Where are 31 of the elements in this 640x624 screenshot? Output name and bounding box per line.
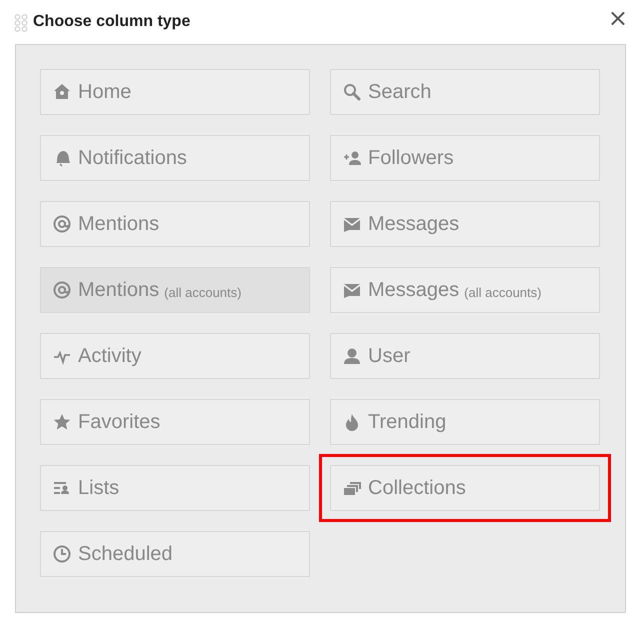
- flame-icon: [343, 413, 361, 431]
- column-type-button[interactable]: Scheduled: [40, 531, 310, 577]
- column-type-button[interactable]: Mentions: [40, 201, 310, 247]
- stacked-cards-icon: [343, 479, 361, 497]
- column-type-button[interactable]: User: [330, 333, 600, 379]
- dialog-title: Choose column type: [33, 13, 190, 31]
- at-sign-icon: [53, 281, 71, 299]
- column-type-button[interactable]: Followers: [330, 135, 600, 181]
- column-type-button[interactable]: Activity: [40, 333, 310, 379]
- column-type-button[interactable]: Messages: [330, 201, 600, 247]
- column-type-button[interactable]: Mentions (all accounts): [40, 267, 310, 313]
- add-user-icon: [343, 149, 361, 167]
- list-icon: [53, 479, 71, 497]
- column-type-button[interactable]: Trending: [330, 399, 600, 445]
- clock-icon: [53, 545, 71, 563]
- drag-handle-icon[interactable]: [14, 14, 28, 32]
- column-type-button[interactable]: Messages (all accounts): [330, 267, 600, 313]
- column-type-button[interactable]: Lists: [40, 465, 310, 511]
- user-icon: [343, 347, 361, 365]
- column-type-button[interactable]: Collections: [330, 465, 600, 511]
- house-icon: [53, 83, 71, 101]
- search-icon: [343, 83, 361, 101]
- column-type-button[interactable]: Home: [40, 69, 310, 115]
- envelope-icon: [343, 281, 361, 299]
- close-button[interactable]: ×: [606, 6, 630, 30]
- column-type-button[interactable]: Notifications: [40, 135, 310, 181]
- at-sign-icon: [53, 215, 71, 233]
- star-icon: [53, 413, 71, 431]
- envelope-icon: [343, 215, 361, 233]
- column-type-button[interactable]: Favorites: [40, 399, 310, 445]
- column-type-button[interactable]: Search: [330, 69, 600, 115]
